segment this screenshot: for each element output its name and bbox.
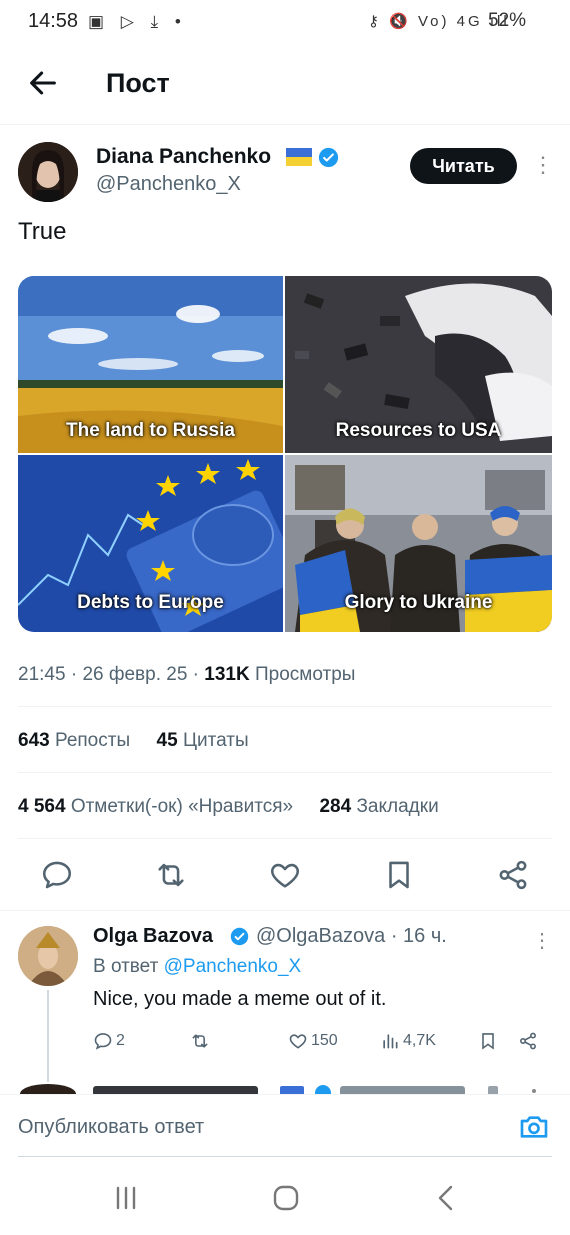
reply-prefix: В ответ	[93, 956, 159, 977]
tweet-media[interactable]: The land to Russia Resources to USA Debt…	[18, 276, 552, 632]
reply-compose-bar	[0, 1094, 570, 1161]
reply-time: 16 ч.	[403, 925, 447, 947]
back-nav-icon[interactable]	[426, 1180, 466, 1216]
system-nav-bar	[0, 1160, 570, 1235]
divider	[18, 838, 552, 839]
more-icon[interactable]: ⋮	[532, 152, 554, 178]
reply-context: В ответ @Panchenko_X	[93, 956, 301, 978]
recents-icon[interactable]	[106, 1180, 146, 1216]
reply-likes-count: 150	[311, 1032, 338, 1049]
media-caption: Debts to Europe	[77, 592, 224, 613]
reply-replies-count: 2	[116, 1032, 125, 1049]
author-avatar[interactable]	[18, 142, 78, 202]
reply-repost-button[interactable]	[190, 1030, 210, 1052]
divider	[18, 706, 552, 707]
reply-avatar[interactable]	[18, 926, 78, 986]
author-name[interactable]: Diana Panchenko	[96, 145, 271, 169]
app-header: Пост	[0, 46, 570, 125]
reposts-link[interactable]: 643 Репосты	[18, 730, 130, 751]
reply-author-name[interactable]: Olga Bazova	[93, 925, 213, 948]
views-count: 131K	[204, 664, 250, 685]
reply-like-button[interactable]: 150	[288, 1030, 338, 1052]
thread-line	[47, 990, 49, 1082]
next-tweet-peek	[18, 1080, 552, 1094]
repost-icon	[192, 1034, 208, 1048]
media-caption: Glory to Ukraine	[344, 592, 493, 613]
reply-reply-button[interactable]: 2	[93, 1030, 125, 1052]
verified-icon	[318, 147, 339, 168]
reply-handle-time: @OlgaBazova · 16 ч.	[256, 925, 447, 947]
likes-count: 4 564	[18, 796, 66, 817]
reply-share-button[interactable]	[518, 1030, 538, 1052]
media-tile-field[interactable]: The land to Russia	[18, 276, 283, 453]
media-caption: The land to Russia	[66, 420, 235, 441]
status-bar: 14:58 ▣ ▷ ⤓ • ⚷ 🔇 Vo) 4G ıll 52%	[0, 0, 570, 46]
bookmarks-count: 284	[319, 796, 352, 817]
share-icon	[520, 1032, 536, 1050]
divider	[18, 772, 552, 773]
back-arrow-icon[interactable]	[26, 66, 60, 100]
more-icon[interactable]: ⋮	[532, 928, 552, 953]
likes-label: Отметки(-ок) «Нравится»	[70, 796, 294, 817]
bookmarks-label: Закладки	[356, 796, 439, 817]
author-handle[interactable]: @Panchenko_X	[96, 173, 241, 196]
views-icon	[383, 1034, 398, 1049]
repost-icon[interactable]	[154, 858, 188, 892]
reply-text: Nice, you made a meme out of it.	[93, 988, 387, 1010]
reposts-label: Репосты	[54, 730, 131, 751]
tweet-date: 26 февр. 25	[82, 664, 188, 685]
follow-button[interactable]: Читать	[410, 148, 517, 184]
reply-compose-input[interactable]	[18, 1095, 488, 1159]
reply-icon[interactable]	[40, 858, 74, 892]
battery-level: 52%	[488, 10, 527, 31]
share-icon[interactable]	[496, 858, 530, 892]
bookmark-icon[interactable]	[382, 858, 416, 892]
reply-bookmark-button[interactable]	[478, 1030, 498, 1052]
like-icon	[289, 1034, 307, 1049]
divider	[18, 1156, 552, 1157]
status-time: 14:58	[28, 10, 79, 32]
like-stats: 4 564 Отметки(-ок) «Нравится» 284 Заклад…	[18, 796, 439, 818]
repost-stats: 643 Репосты 45 Цитаты	[18, 730, 249, 752]
media-tile-minerals[interactable]: Resources to USA	[285, 276, 552, 453]
reply-views-count: 4,7K	[403, 1032, 436, 1049]
reply-author-handle[interactable]: @OlgaBazova	[256, 925, 385, 947]
page-title: Пост	[106, 68, 170, 98]
camera-icon[interactable]	[518, 1111, 550, 1143]
quotes-count: 45	[156, 730, 178, 751]
tweet-time: 21:45	[18, 664, 66, 685]
quotes-link[interactable]: 45 Цитаты	[157, 730, 249, 751]
home-icon[interactable]	[266, 1180, 306, 1216]
tweet-meta: 21:45 · 26 февр. 25 · 131K Просмотры	[18, 664, 356, 685]
like-icon[interactable]	[268, 858, 302, 892]
bookmark-icon	[482, 1033, 494, 1050]
reposts-count: 643	[18, 730, 50, 751]
verified-icon	[230, 927, 249, 946]
tweet-text: True	[18, 218, 67, 245]
reply-views-button[interactable]: 4,7K	[380, 1030, 436, 1052]
views-label: Просмотры	[255, 664, 356, 685]
media-tile-euro[interactable]: Debts to Europe	[18, 455, 283, 632]
bookmarks-link[interactable]: 284 Закладки	[319, 796, 438, 817]
reply-icon	[94, 1033, 112, 1050]
status-notification-icons: ▣ ▷ ⤓ •	[88, 12, 187, 31]
divider	[0, 910, 570, 911]
ukraine-flag-icon	[286, 148, 312, 166]
quotes-label: Цитаты	[182, 730, 249, 751]
likes-link[interactable]: 4 564 Отметки(-ок) «Нравится»	[18, 796, 293, 817]
reply-to-link[interactable]: @Panchenko_X	[164, 956, 302, 977]
media-tile-crowd[interactable]: Glory to Ukraine	[285, 455, 552, 632]
media-caption: Resources to USA	[335, 420, 502, 441]
